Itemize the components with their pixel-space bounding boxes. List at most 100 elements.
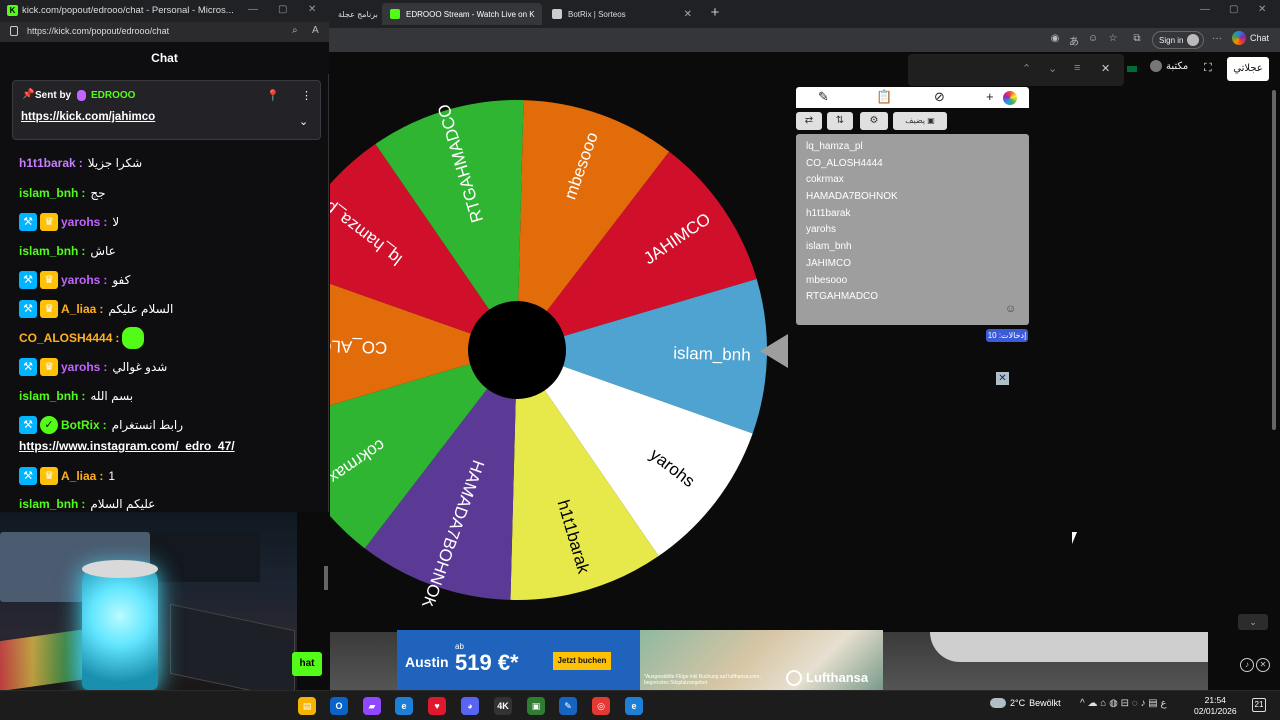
chat-username[interactable]: yarohs: [61, 360, 100, 374]
options-icon[interactable]: ≡: [1074, 62, 1080, 74]
chat-username[interactable]: islam_bnh: [19, 497, 78, 511]
chat-username[interactable]: CO_ALOSH4444: [19, 331, 112, 345]
emoji-icon[interactable]: ☺: [1005, 303, 1016, 315]
pinned-username[interactable]: EDROOO: [91, 90, 135, 101]
new-tab-button[interactable]: +: [706, 4, 724, 22]
moderator-badge-icon: ⚒: [19, 300, 37, 318]
maximize-icon[interactable]: ▢: [278, 4, 287, 15]
system-tray-icons[interactable]: ^ ☁ ⌂ ◍ ⊟ ◌ ♪ ▤ ع: [1080, 698, 1166, 709]
tab-wheel-app[interactable]: برنامج عجلة ✕: [330, 3, 380, 25]
discord-icon[interactable]: ◕: [461, 697, 479, 715]
chat-message[interactable]: islam_bnh: عاش: [19, 238, 116, 264]
zoom-icon[interactable]: ⌕: [292, 25, 298, 36]
chat-message[interactable]: ⚒ ♛ A_liaa: السلام عليكم: [19, 296, 173, 322]
app-heart-icon[interactable]: ♥: [428, 697, 446, 715]
fullscreen-icon[interactable]: ⛶: [1204, 62, 1212, 75]
chevron-down-icon[interactable]: ⌄: [299, 115, 308, 128]
chat-message[interactable]: islam_bnh: عليكم السلام: [19, 491, 155, 512]
spin-wheel[interactable]: mbesoooJAHIMCOislam_bnhyarohsh1t1barakHA…: [330, 86, 800, 606]
close-window-icon[interactable]: ✕: [308, 4, 316, 15]
favorite-star-icon[interactable]: ☆: [1106, 33, 1120, 44]
edit-pencil-icon[interactable]: ✎: [818, 89, 829, 105]
shuffle-button[interactable]: ⇄: [796, 112, 822, 130]
maximize-icon[interactable]: ▢: [1229, 4, 1238, 15]
4k-app-icon[interactable]: 4K: [494, 697, 512, 715]
copilot-chat-button[interactable]: Chat: [1232, 31, 1269, 45]
edge-active-icon[interactable]: e: [625, 697, 643, 715]
chat-message[interactable]: ⚒ ♛ yarohs: شدو غوالي: [19, 354, 167, 380]
chrome-icon[interactable]: ◎: [592, 697, 610, 715]
add-image-button[interactable]: يضيف ▣: [893, 112, 947, 130]
chat-username[interactable]: yarohs: [61, 273, 100, 287]
library-button[interactable]: مكتبة: [1150, 60, 1188, 72]
read-aloud-icon[interactable]: A: [312, 25, 319, 36]
outlook-icon[interactable]: O: [330, 697, 348, 715]
chat-username[interactable]: islam_bnh: [19, 389, 78, 403]
hide-eye-icon[interactable]: ⊘: [934, 89, 945, 105]
chat-message[interactable]: islam_bnh: جج: [19, 180, 106, 206]
file-explorer-icon[interactable]: ▤: [298, 697, 316, 715]
extension-icon[interactable]: ◉: [1048, 33, 1062, 44]
more-menu-icon[interactable]: ···: [1210, 33, 1224, 44]
wheel-center-hub[interactable]: [468, 301, 566, 399]
chevron-down-icon[interactable]: ⌄: [1048, 62, 1057, 75]
color-palette-icon[interactable]: [1003, 91, 1017, 105]
chat-send-button[interactable]: hat: [292, 652, 322, 676]
entries-textarea[interactable]: lq_hamza_pl CO_ALOSH4444 cokrmax HAMADA7BOH…: [796, 134, 1029, 325]
instagram-link[interactable]: https://www.instagram.com/_edro_47/: [19, 439, 235, 453]
close-icon[interactable]: ✕: [1101, 62, 1110, 75]
minimize-icon[interactable]: —: [1200, 4, 1210, 15]
pinned-link[interactable]: https://kick.com/jahimco: [21, 111, 155, 123]
close-window-icon[interactable]: ✕: [1258, 4, 1266, 15]
tab-edrooo-stream[interactable]: EDROOO Stream - Watch Live on K ✕: [382, 3, 542, 25]
chat-username[interactable]: yarohs: [61, 215, 100, 229]
notifications-icon[interactable]: 21: [1252, 698, 1266, 712]
close-icon[interactable]: ✕: [541, 9, 542, 20]
weather-widget[interactable]: 2°C Bewölkt: [990, 698, 1061, 708]
tab-botrix[interactable]: BotRix | Sorteos ✕: [544, 3, 700, 25]
close-icon[interactable]: ✕: [996, 372, 1009, 385]
settings-gear-icon[interactable]: ⚙: [860, 112, 888, 130]
chat-username[interactable]: h1t1barak: [19, 156, 76, 170]
sort-button[interactable]: ⇅: [827, 112, 853, 130]
chat-username[interactable]: A_liaa: [61, 302, 96, 316]
sign-in-button[interactable]: Sign in: [1152, 31, 1204, 49]
chat-username[interactable]: islam_bnh: [19, 186, 78, 200]
close-icon[interactable]: ✕: [1256, 658, 1270, 672]
ad-banner[interactable]: Austin ab 519 €* Jetzt buchen *Ausgewähl…: [397, 630, 883, 690]
chevron-up-icon[interactable]: ⌃: [1022, 62, 1031, 75]
minimize-icon[interactable]: —: [248, 4, 258, 15]
chat-message[interactable]: ⚒ ♛ A_liaa:1: [19, 463, 115, 489]
ad-cta-button[interactable]: Jetzt buchen: [553, 652, 611, 670]
chat-username[interactable]: islam_bnh: [19, 244, 78, 258]
chat-address-bar[interactable]: https://kick.com/popout/edrooo/chat ⌕ A: [0, 22, 329, 42]
page-scrollbar-thumb[interactable]: [1272, 90, 1276, 430]
twitch-icon[interactable]: ▰: [363, 697, 381, 715]
edge-icon[interactable]: e: [395, 697, 413, 715]
add-icon[interactable]: +: [986, 89, 994, 104]
chat-message[interactable]: ⚒ ♛ yarohs: لا: [19, 209, 119, 235]
chat-username[interactable]: A_liaa: [61, 469, 96, 483]
clipboard-icon[interactable]: 📋: [876, 89, 892, 105]
music-icon[interactable]: ♪: [1240, 658, 1254, 672]
close-icon[interactable]: ✕: [684, 9, 692, 20]
chat-scrollbar[interactable]: [324, 566, 328, 590]
wheel-segment-label: islam_bnh: [673, 344, 751, 365]
clock[interactable]: 21:54 02/01/2026: [1194, 695, 1237, 717]
chat-message[interactable]: ⚒ ♛ yarohs: كفو: [19, 267, 130, 293]
chat-message[interactable]: islam_bnh: بسم الله: [19, 383, 133, 409]
reader-icon[interactable]: ☺: [1086, 33, 1100, 44]
collections-icon[interactable]: ⧉: [1130, 33, 1144, 44]
chevron-down-icon[interactable]: ⌄: [1238, 614, 1268, 630]
pinned-message[interactable]: 📌 Sent by EDROOO https://kick.com/jahimc…: [12, 80, 321, 140]
chat-message[interactable]: h1t1barak: شكرا جزيلا: [19, 150, 142, 176]
chat-message[interactable]: ⚒ ✓ BotRix: رابط انستغرام: [19, 412, 183, 438]
app-icon[interactable]: ▣: [527, 697, 545, 715]
app-tool-icon[interactable]: ✎: [559, 697, 577, 715]
chat-username[interactable]: BotRix: [61, 418, 100, 432]
chat-message[interactable]: CO_ALOSH4444:: [19, 325, 145, 351]
pin-toggle-icon[interactable]: 📍: [266, 89, 280, 102]
translate-icon[interactable]: あ: [1067, 33, 1081, 48]
more-options-icon[interactable]: ⋮: [301, 89, 312, 102]
my-wheels-button[interactable]: عجلاتي: [1227, 57, 1269, 81]
